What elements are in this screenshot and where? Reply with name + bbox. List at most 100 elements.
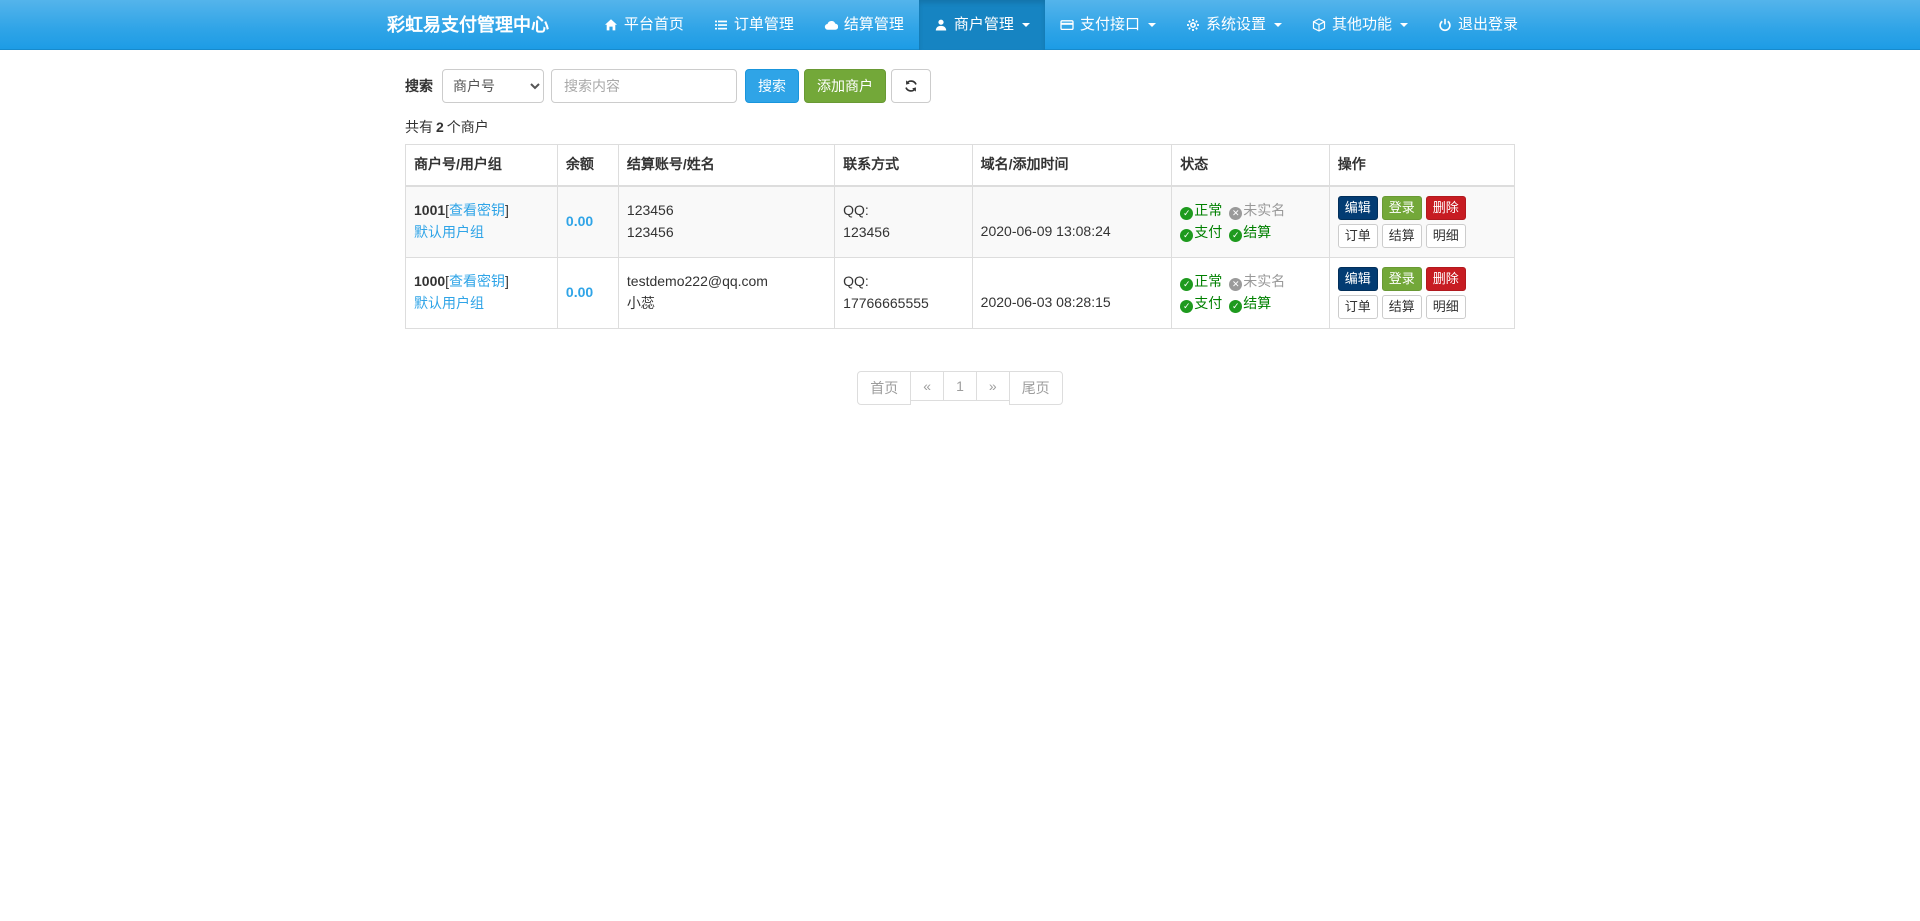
gear-icon (1186, 18, 1200, 32)
settle-account: 123456 (627, 200, 826, 222)
status-badge: ✕未实名 (1229, 273, 1285, 289)
x-circle-icon: ✕ (1229, 207, 1242, 220)
search-bar: 搜索 商户号 搜索 添加商户 (405, 69, 1515, 103)
contact-value: 123456 (843, 222, 964, 244)
domain (981, 271, 1164, 292)
merchant-id: 1001 (414, 202, 445, 218)
delete-button[interactable]: 删除 (1426, 196, 1466, 220)
nav-item-order-management[interactable]: 订单管理 (699, 0, 809, 50)
summary-prefix: 共有 (405, 119, 433, 135)
nav-label: 退出登录 (1458, 0, 1518, 50)
user-group-link[interactable]: 默认用户组 (414, 224, 484, 240)
status-badge: ✓结算 (1229, 295, 1271, 311)
pagination-prev[interactable]: « (911, 371, 944, 405)
col-header-domain-time: 域名/添加时间 (972, 145, 1172, 186)
pagination: 首页 « 1 » 尾页 (405, 371, 1515, 405)
status-badge: ✓支付 (1180, 224, 1222, 240)
check-circle-icon: ✓ (1180, 229, 1193, 242)
main-nav: 平台首页 订单管理 结算管理 (589, 0, 1533, 50)
refresh-button[interactable] (891, 69, 931, 103)
delete-button[interactable]: 删除 (1426, 267, 1466, 291)
contact-value: 17766665555 (843, 293, 964, 315)
check-circle-icon: ✓ (1180, 278, 1193, 291)
added-time: 2020-06-09 13:08:24 (981, 221, 1164, 243)
list-icon (714, 18, 728, 32)
search-input[interactable] (551, 69, 737, 103)
merchant-table: 商户号/用户组 余额 结算账号/姓名 联系方式 域名/添加时间 状态 操作 10… (405, 144, 1515, 329)
search-field-select[interactable]: 商户号 (442, 69, 544, 103)
col-header-status: 状态 (1172, 145, 1329, 186)
nav-label: 支付接口 (1080, 0, 1140, 50)
pagination-first[interactable]: 首页 (857, 371, 911, 405)
edit-button[interactable]: 编辑 (1338, 196, 1378, 220)
nav-label: 其他功能 (1332, 0, 1392, 50)
view-key-link[interactable]: 查看密钥 (449, 202, 505, 218)
check-circle-icon: ✓ (1180, 300, 1193, 313)
power-icon (1438, 18, 1452, 32)
col-header-account: 结算账号/姓名 (618, 145, 834, 186)
cloud-icon (824, 18, 838, 32)
merchant-count: 2 (436, 119, 444, 135)
refresh-icon (904, 79, 918, 93)
col-header-merchant-id: 商户号/用户组 (406, 145, 558, 186)
top-navbar: 彩虹易支付管理中心 平台首页 订单管理 (0, 0, 1920, 50)
check-circle-icon: ✓ (1229, 229, 1242, 242)
merchant-count-summary: 共有2个商户 (405, 117, 1515, 137)
settlement-button[interactable]: 结算 (1382, 224, 1422, 248)
nav-item-settlement-management[interactable]: 结算管理 (809, 0, 919, 50)
nav-label: 商户管理 (954, 0, 1014, 50)
user-group-link[interactable]: 默认用户组 (414, 295, 484, 311)
login-button[interactable]: 登录 (1382, 196, 1422, 220)
nav-item-logout[interactable]: 退出登录 (1423, 0, 1533, 50)
nav-item-other-functions[interactable]: 其他功能 (1297, 0, 1423, 50)
details-button[interactable]: 明细 (1426, 224, 1466, 248)
settlement-button[interactable]: 结算 (1382, 295, 1422, 319)
nav-item-platform-home[interactable]: 平台首页 (589, 0, 699, 50)
balance-link[interactable]: 0.00 (566, 284, 593, 300)
chevron-down-icon (1148, 23, 1156, 27)
chevron-down-icon (1400, 23, 1408, 27)
search-label: 搜索 (405, 76, 433, 96)
merchant-id: 1000 (414, 273, 445, 289)
orders-button[interactable]: 订单 (1338, 295, 1378, 319)
nav-label: 订单管理 (734, 0, 794, 50)
bracket: ] (505, 202, 509, 218)
chevron-down-icon (1274, 23, 1282, 27)
status-badge: ✕未实名 (1229, 202, 1285, 218)
orders-button[interactable]: 订单 (1338, 224, 1378, 248)
settle-name: 小蕊 (627, 293, 826, 315)
domain (981, 200, 1164, 221)
settle-account: testdemo222@qq.com (627, 271, 826, 293)
pagination-last[interactable]: 尾页 (1010, 371, 1063, 405)
status-badge: ✓正常 (1180, 273, 1222, 289)
nav-label: 结算管理 (844, 0, 904, 50)
status-badge: ✓结算 (1229, 224, 1271, 240)
home-icon (604, 18, 618, 32)
view-key-link[interactable]: 查看密钥 (449, 273, 505, 289)
table-row: 1000[查看密钥] 默认用户组 0.00 testdemo222@qq.com… (406, 257, 1515, 328)
search-button[interactable]: 搜索 (745, 69, 799, 103)
summary-suffix: 个商户 (447, 119, 489, 135)
bracket: ] (505, 273, 509, 289)
cube-icon (1312, 18, 1326, 32)
added-time: 2020-06-03 08:28:15 (981, 292, 1164, 314)
col-header-contact: 联系方式 (835, 145, 973, 186)
balance-link[interactable]: 0.00 (566, 213, 593, 229)
nav-item-merchant-management[interactable]: 商户管理 (919, 0, 1045, 50)
contact-type: QQ: (843, 200, 964, 222)
pagination-next[interactable]: » (977, 371, 1010, 405)
add-merchant-button[interactable]: 添加商户 (804, 69, 886, 103)
edit-button[interactable]: 编辑 (1338, 267, 1378, 291)
login-button[interactable]: 登录 (1382, 267, 1422, 291)
details-button[interactable]: 明细 (1426, 295, 1466, 319)
col-header-balance: 余额 (557, 145, 618, 186)
status-badge: ✓正常 (1180, 202, 1222, 218)
nav-label: 平台首页 (624, 0, 684, 50)
col-header-actions: 操作 (1329, 145, 1514, 186)
nav-item-payment-interface[interactable]: 支付接口 (1045, 0, 1171, 50)
nav-item-system-settings[interactable]: 系统设置 (1171, 0, 1297, 50)
chevron-down-icon (1022, 23, 1030, 27)
settle-name: 123456 (627, 222, 826, 244)
pagination-page-1[interactable]: 1 (944, 371, 977, 405)
credit-card-icon (1060, 18, 1074, 32)
